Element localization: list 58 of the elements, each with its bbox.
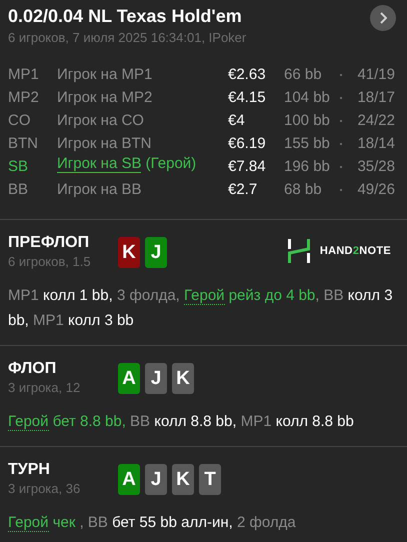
- stack-in-bb: 66 bb: [284, 66, 323, 83]
- card: T: [199, 464, 221, 495]
- player-stats: 49/26: [357, 181, 395, 198]
- player-stats: 18/17: [357, 89, 395, 106]
- player-stack: €7.84: [228, 158, 267, 175]
- player-stack: €6.19: [228, 135, 267, 152]
- player-position: BB: [8, 181, 30, 198]
- chevron-right-icon: [379, 12, 387, 24]
- player-position: MP2: [8, 89, 40, 106]
- card: A: [118, 363, 140, 394]
- street-name: ТУРН: [8, 461, 50, 479]
- stack-in-bb: 100 bb: [284, 112, 331, 129]
- player-stats: 41/19: [357, 66, 395, 83]
- card: K: [172, 464, 194, 495]
- player-name: Игрок на MP1: [57, 66, 154, 83]
- card: K: [172, 363, 194, 394]
- player-stats: 35/28: [357, 158, 395, 175]
- player-stack: €4: [228, 112, 246, 129]
- street-name: ФЛОП: [8, 360, 56, 378]
- card: J: [145, 464, 167, 495]
- action-line: Герой бет 8.8 bb, BB колл 8.8 bb, MP1 колл 8.8 bb: [8, 412, 355, 433]
- player-position: CO: [8, 112, 32, 129]
- player-position: SB: [8, 158, 30, 175]
- player-name-link[interactable]: Игрок на SB: [57, 155, 142, 173]
- player-stack: €2.7: [228, 181, 258, 198]
- window-title: 0.02/0.04 NL Texas Hold'em: [8, 6, 242, 27]
- logo-text: HAND2NOTE: [320, 245, 391, 257]
- player-name: Игрок на CO: [57, 112, 145, 129]
- logo-icon: [288, 239, 310, 263]
- action-line: Герой чек , BB бет 55 bb алл-ин, 2 фолда: [8, 513, 297, 534]
- player-position: BTN: [8, 135, 39, 152]
- player-name: Игрок на BB: [57, 181, 142, 198]
- street-info: 6 игроков, 1.5: [8, 254, 91, 269]
- player-stack: €2.63: [228, 66, 267, 83]
- hero-link[interactable]: Герой: [8, 413, 49, 431]
- next-button[interactable]: [370, 5, 396, 31]
- stack-in-bb: 196 bb: [284, 158, 331, 175]
- card: A: [118, 464, 140, 495]
- action-line: MP1 колл 1 bb, 3 фолда, Герой рейз до 4 bb, BB колл 3 bb, MP1 колл 3 bb: [8, 286, 394, 331]
- player-position: MP1: [8, 66, 40, 83]
- street-name: ПРЕФЛОП: [8, 234, 90, 252]
- stack-in-bb: 155 bb: [284, 135, 331, 152]
- player-name: Игрок на MP2: [57, 89, 154, 106]
- player-stats: 24/22: [357, 112, 395, 129]
- hero-link[interactable]: Герой: [8, 514, 49, 532]
- player-name: Игрок на BTN: [57, 135, 152, 152]
- street-info: 3 игрока, 36: [8, 481, 80, 496]
- player-stack: €4.15: [228, 89, 267, 106]
- card: K: [118, 237, 140, 268]
- hand-info: 6 игроков, 7 июля 2025 16:34:01, IPoker: [8, 30, 246, 45]
- stack-in-bb: 68 bb: [284, 181, 323, 198]
- card: J: [145, 363, 167, 394]
- hero-link[interactable]: Герой: [184, 287, 225, 305]
- hero-label: (Герой): [146, 155, 196, 172]
- street-info: 3 игрока, 12: [8, 380, 80, 395]
- card: J: [145, 237, 167, 268]
- stack-in-bb: 104 bb: [284, 89, 331, 106]
- player-stats: 18/14: [357, 135, 395, 152]
